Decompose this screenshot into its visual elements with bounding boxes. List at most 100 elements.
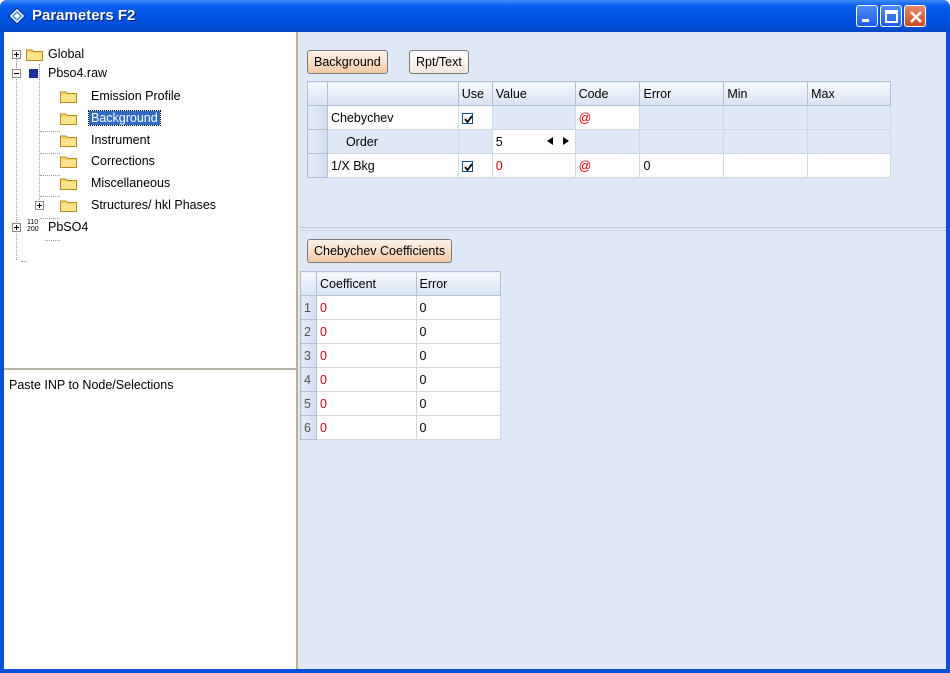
tree-item-structures-hkl-phases[interactable]: Structures/ hkl Phases: [4, 197, 264, 215]
hkl-icon-bottom: 200: [27, 226, 39, 233]
expand-icon[interactable]: [12, 223, 21, 232]
table-row[interactable]: 3 0 0: [300, 343, 502, 368]
close-icon: [910, 11, 922, 23]
background-params-grid[interactable]: Use Value Code Error Min Max Chebychev @…: [307, 81, 891, 178]
order-value: 5: [495, 134, 503, 149]
parameters-window: Parameters F2 Global Pbso4.raw Emission …: [0, 0, 950, 673]
min-cell[interactable]: [723, 105, 809, 130]
tree-item-pbso4-raw[interactable]: Pbso4.raw: [4, 65, 204, 83]
row-header[interactable]: [307, 105, 328, 130]
title-bar[interactable]: Parameters F2: [0, 0, 950, 32]
folder-icon: [60, 156, 77, 168]
close-button[interactable]: [904, 5, 926, 27]
column-header-code[interactable]: Code: [574, 81, 641, 106]
tree-item-pbso4[interactable]: 110 200 PbSO4: [4, 219, 204, 237]
chebychev-coefficients-button[interactable]: Chebychev Coefficients: [307, 239, 453, 263]
use-checkbox-cell[interactable]: [457, 153, 493, 178]
column-header-error[interactable]: Error: [639, 81, 725, 106]
row-header[interactable]: [307, 153, 328, 178]
column-header-coefficent[interactable]: Coefficent: [315, 271, 417, 296]
tree-item-instrument[interactable]: Instrument: [4, 132, 234, 150]
raw-file-icon: [29, 69, 38, 78]
maximize-icon: [885, 10, 898, 23]
table-row[interactable]: 1 0 0: [300, 295, 502, 320]
tree-item-corrections[interactable]: Corrections: [4, 153, 234, 171]
table-row[interactable]: 4 0 0: [300, 367, 502, 392]
order-spin-cell[interactable]: 5: [491, 129, 576, 154]
coefficient-cell[interactable]: 0: [315, 415, 417, 440]
param-name: Order: [326, 129, 459, 154]
column-header-use[interactable]: Use: [457, 81, 493, 106]
use-checkbox-cell[interactable]: [457, 105, 493, 130]
table-row[interactable]: Order 5: [307, 129, 891, 154]
column-header-value[interactable]: Value: [491, 81, 576, 106]
column-header-error[interactable]: Error: [415, 271, 502, 296]
max-cell[interactable]: [807, 105, 891, 130]
value-cell[interactable]: [491, 105, 576, 130]
rpt-text-tab-button[interactable]: Rpt/Text: [409, 50, 469, 74]
spin-arrows-icon[interactable]: [546, 136, 569, 146]
window-title: Parameters F2: [32, 7, 136, 24]
coefficient-cell[interactable]: 0: [315, 391, 417, 416]
node-tree[interactable]: Global Pbso4.raw Emission Profile Backgr…: [4, 32, 298, 370]
use-checkbox-checked[interactable]: [461, 160, 473, 172]
section-splitter[interactable]: [300, 228, 946, 231]
min-cell: [723, 129, 809, 154]
coefficients-grid[interactable]: Coefficent Error 1 0 0 2 0 0 3 0 0 4 0 0…: [300, 271, 502, 440]
max-cell[interactable]: [807, 153, 891, 178]
code-cell[interactable]: @: [574, 105, 641, 130]
minimize-button[interactable]: [856, 5, 878, 27]
paste-inp-area[interactable]: Paste INP to Node/Selections: [4, 372, 296, 669]
window-client: Global Pbso4.raw Emission Profile Backgr…: [4, 32, 946, 669]
table-row[interactable]: Chebychev @: [307, 105, 891, 130]
error-cell: 0: [415, 367, 502, 392]
name-column-header: [326, 81, 459, 106]
error-cell: 0: [415, 391, 502, 416]
tree-item-emission-profile[interactable]: Emission Profile: [4, 88, 234, 106]
row-index: 3: [300, 343, 317, 368]
row-index: 6: [300, 415, 317, 440]
row-index: 4: [300, 367, 317, 392]
error-cell: 0: [639, 153, 725, 178]
param-name: Chebychev: [326, 105, 459, 130]
tree-item-background[interactable]: Background: [4, 110, 234, 128]
tree-item-miscellaneous[interactable]: Miscellaneous: [4, 175, 234, 193]
hkl-icon-top: 110: [27, 219, 39, 226]
table-row[interactable]: 1/X Bkg 0 @ 0: [307, 153, 891, 178]
folder-icon: [60, 200, 77, 212]
tree-label: Structures/ hkl Phases: [91, 198, 217, 212]
code-cell[interactable]: @: [574, 153, 641, 178]
error-cell: 0: [415, 295, 502, 320]
error-cell: 0: [415, 319, 502, 344]
expand-icon[interactable]: [35, 201, 44, 210]
background-tab-button[interactable]: Background: [307, 50, 388, 74]
coefficient-cell[interactable]: 0: [315, 367, 417, 392]
table-row[interactable]: 2 0 0: [300, 319, 502, 344]
table-row[interactable]: 5 0 0: [300, 391, 502, 416]
code-cell: [574, 129, 641, 154]
coefficient-cell[interactable]: 0: [315, 295, 417, 320]
coefficient-cell[interactable]: 0: [315, 343, 417, 368]
folder-icon: [60, 91, 77, 103]
tree-label: Emission Profile: [91, 89, 181, 103]
error-cell: [639, 129, 725, 154]
min-cell[interactable]: [723, 153, 809, 178]
maximize-button[interactable]: [880, 5, 902, 27]
checkmark-icon: [464, 163, 473, 172]
tree-label: Corrections: [91, 154, 155, 168]
grid-header-row: Use Value Code Error Min Max: [307, 81, 891, 106]
coefficient-cell[interactable]: 0: [315, 319, 417, 344]
folder-icon: [60, 113, 77, 125]
expand-icon[interactable]: [12, 50, 21, 59]
row-header[interactable]: [307, 129, 328, 154]
collapse-icon[interactable]: [12, 69, 21, 78]
column-header-max[interactable]: Max: [807, 81, 891, 106]
value-cell[interactable]: 0: [491, 153, 576, 178]
use-checkbox-checked[interactable]: [461, 112, 473, 124]
tree-label: Miscellaneous: [91, 176, 171, 190]
error-cell: 0: [415, 343, 502, 368]
row-index: 5: [300, 391, 317, 416]
tree-item-global[interactable]: Global: [4, 46, 204, 64]
table-row[interactable]: 6 0 0: [300, 415, 502, 440]
column-header-min[interactable]: Min: [723, 81, 809, 106]
